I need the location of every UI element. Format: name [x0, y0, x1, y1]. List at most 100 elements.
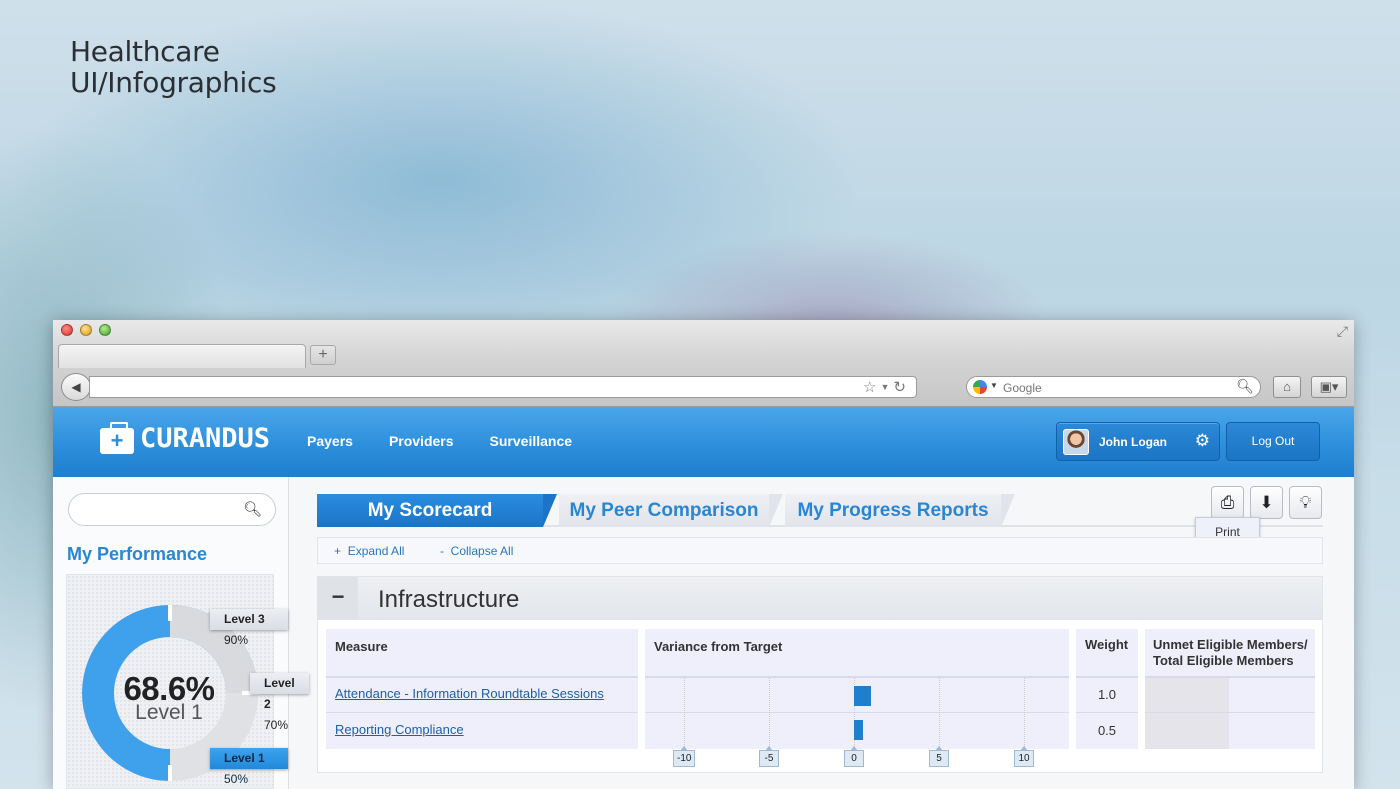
- search-engine-dropdown-icon[interactable]: ▼: [990, 381, 998, 390]
- main-nav: Payers Providers Surveillance: [307, 433, 608, 449]
- row-divider: [645, 712, 1069, 713]
- unmet-header-line-1: Unmet Eligible Members/: [1153, 637, 1308, 652]
- printer-icon: ⎙: [1220, 493, 1235, 512]
- url-bar[interactable]: ☆▼↻: [89, 376, 917, 398]
- row-divider: [1076, 712, 1138, 713]
- level-2-name: Level 2: [264, 676, 295, 711]
- level-1-name: Level 1: [224, 751, 265, 765]
- section-collapse-button[interactable]: −: [318, 577, 358, 620]
- header-divider: [645, 676, 1069, 678]
- minimize-window-button[interactable]: [80, 324, 92, 336]
- main-panel: My Scorecard My Peer Comparison My Progr…: [317, 477, 1323, 789]
- section-title: Infrastructure: [378, 586, 520, 613]
- variance-gridline: [769, 678, 770, 749]
- gear-icon[interactable]: ⚙: [1195, 431, 1210, 451]
- collapse-all-link[interactable]: - Collapse All: [440, 544, 513, 558]
- infrastructure-section: − Infrastructure Measure Variance from T…: [317, 576, 1323, 773]
- search-engine-box[interactable]: ▼ Google 🔍︎: [966, 376, 1261, 398]
- variance-tick-label: 10: [1014, 746, 1034, 767]
- url-dropdown-icon[interactable]: ▼: [881, 382, 894, 392]
- level-2-pct: 70%: [264, 718, 289, 732]
- header-divider: [1076, 676, 1138, 678]
- browser-window: ⤢ + ◀ ☆▼↻ ▼ Google 🔍︎ ⌂ ▣▾ + CURANDUS Pa…: [53, 320, 1354, 789]
- expand-all-label: Expand All: [347, 544, 405, 558]
- logout-button[interactable]: Log Out: [1226, 422, 1320, 461]
- variance-bar: [854, 686, 871, 706]
- tab-my-progress-reports[interactable]: My Progress Reports: [785, 494, 1015, 527]
- nav-item-providers[interactable]: Providers: [389, 433, 454, 449]
- close-window-button[interactable]: [61, 324, 73, 336]
- tab-my-peer-comparison[interactable]: My Peer Comparison: [559, 494, 783, 527]
- expand-collapse-bar: + Expand All - Collapse All: [317, 537, 1323, 564]
- medical-case-icon: +: [100, 421, 134, 454]
- fullscreen-icon[interactable]: ⤢: [1337, 323, 1348, 340]
- nav-item-surveillance[interactable]: Surveillance: [490, 433, 573, 449]
- weight-value: 0.5: [1097, 723, 1117, 738]
- level-3-name: Level 3: [224, 612, 265, 626]
- measure-link-reporting-compliance[interactable]: Reporting Compliance: [335, 722, 464, 737]
- tab-bar: My Scorecard My Peer Comparison My Progr…: [317, 494, 1323, 527]
- print-button[interactable]: ⎙: [1211, 486, 1244, 519]
- section-header: − Infrastructure: [318, 577, 1322, 620]
- expand-all-link[interactable]: + Expand All: [334, 544, 404, 558]
- variance-tick-label: 0: [844, 746, 864, 767]
- logo-text: CURANDUS: [140, 423, 271, 454]
- browser-chrome: ⤢ + ◀ ☆▼↻ ▼ Google 🔍︎ ⌂ ▣▾: [53, 320, 1354, 407]
- variance-gridline: [684, 678, 685, 749]
- back-button[interactable]: ◀: [61, 373, 91, 401]
- level-2-badge: Level 2 70%: [250, 673, 309, 732]
- google-icon[interactable]: [973, 380, 987, 394]
- performance-title: My Performance: [67, 544, 208, 564]
- weight-header: Weight: [1085, 637, 1129, 652]
- app-header: + CURANDUS Payers Providers Surveillance…: [53, 407, 1354, 477]
- variance-gridline: [1024, 678, 1025, 749]
- weight-value: 1.0: [1097, 687, 1117, 702]
- measure-link-attendance[interactable]: Attendance - Information Roundtable Sess…: [335, 686, 604, 701]
- sidebar-search-input[interactable]: 🔍︎: [68, 493, 276, 526]
- reload-icon[interactable]: ↻: [893, 379, 910, 396]
- content-area: 🔍︎ My Performance 68.6% Level 1 Level 3 …: [53, 477, 1354, 789]
- search-engine-placeholder: Google: [1003, 381, 1042, 395]
- variance-gridline: [939, 678, 940, 749]
- level-3-badge: Level 3 90%: [210, 609, 288, 647]
- level-1-pct: 50%: [224, 772, 249, 786]
- variance-tick-label: -5: [759, 746, 779, 767]
- lightbulb-icon: 💡︎: [1299, 493, 1312, 512]
- search-icon[interactable]: 🔍︎: [243, 500, 262, 518]
- sidebar: 🔍︎ My Performance 68.6% Level 1 Level 3 …: [53, 477, 309, 789]
- page-headline: Healthcare UI/Infographics: [70, 36, 277, 99]
- bookmark-star-icon[interactable]: ☆: [863, 379, 880, 396]
- avatar: [1063, 429, 1089, 455]
- variance-tick-label: 5: [929, 746, 949, 767]
- app-logo[interactable]: + CURANDUS: [100, 421, 271, 454]
- measure-header: Measure: [335, 639, 388, 654]
- level-1-badge: Level 1 50%: [210, 748, 288, 786]
- variance-header: Variance from Target: [654, 639, 783, 654]
- browser-tab[interactable]: [58, 344, 306, 368]
- headline-line-2: UI/Infographics: [70, 66, 277, 99]
- home-icon: ⌂: [1283, 379, 1291, 394]
- header-divider: [326, 676, 638, 678]
- zoom-window-button[interactable]: [99, 324, 111, 336]
- bookmarks-button[interactable]: ▣▾: [1311, 376, 1347, 398]
- tab-my-scorecard[interactable]: My Scorecard: [317, 494, 557, 527]
- unmet-cell-shade: [1145, 678, 1229, 749]
- nav-item-payers[interactable]: Payers: [307, 433, 353, 449]
- variance-bar: [854, 720, 863, 740]
- new-tab-button[interactable]: +: [310, 345, 336, 365]
- download-button[interactable]: ⬇: [1250, 486, 1283, 519]
- search-icon[interactable]: 🔍︎: [1236, 378, 1254, 395]
- level-3-pct: 90%: [224, 633, 249, 647]
- bookmarks-icon: ▣▾: [1319, 379, 1339, 394]
- row-divider: [326, 712, 638, 713]
- tips-button[interactable]: 💡︎: [1289, 486, 1322, 519]
- user-name: John Logan: [1099, 435, 1167, 449]
- score-level: Level 1: [135, 701, 203, 724]
- unmet-header-line-2: Total Eligible Members: [1153, 653, 1294, 668]
- download-icon: ⬇: [1259, 493, 1274, 512]
- user-menu[interactable]: John Logan ⚙: [1056, 422, 1220, 461]
- collapse-all-label: Collapse All: [450, 544, 514, 558]
- unmet-header: Unmet Eligible Members/ Total Eligible M…: [1153, 637, 1308, 669]
- variance-tick-label: -10: [673, 746, 696, 767]
- home-button[interactable]: ⌂: [1273, 376, 1301, 398]
